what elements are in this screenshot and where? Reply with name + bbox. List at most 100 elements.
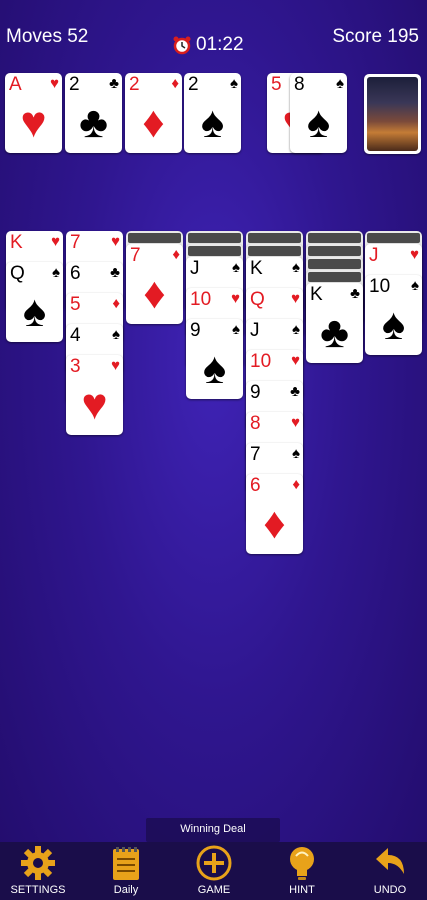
card-rank: J [190,258,200,279]
tableau-card[interactable]: Q ♠ ♠ [6,262,63,342]
card-suit-small: ♠ [292,321,300,338]
card-rank: A [9,74,22,95]
timer-value: 01:22 [196,34,244,55]
card-suit-large: ♥ [81,380,108,429]
card-suit-small: ♥ [50,75,59,92]
winning-deal-banner: Winning Deal [146,818,280,842]
card-suit-large: ♦ [142,98,165,147]
card-suit-large: ♦ [143,269,166,318]
card-suit-large: ♠ [22,287,47,336]
card-rank: 10 [250,351,272,372]
daily-label: Daily [113,884,139,896]
card-rank: 2 [188,74,199,95]
card-suit-large: ♠ [202,344,227,393]
card-rank: 3 [70,356,81,377]
tableau-card[interactable]: 6 ♦ ♦ [246,474,303,554]
settings-button[interactable]: SETTINGS [0,842,78,900]
card-suit-small: ♦ [172,246,180,263]
tableau-card[interactable]: 9 ♠ ♠ [186,319,243,399]
card-suit-large: ♣ [320,308,349,357]
card-suit-small: ♦ [171,75,179,92]
card-rank: 7 [70,232,81,253]
foundation-card[interactable]: 2 ♦ ♦ [125,73,182,153]
card-suit-small: ♠ [232,321,240,338]
card-suit-large: ♥ [20,98,47,147]
card-rank: 10 [369,276,391,297]
undo-label: UNDO [373,884,407,896]
card-rank: J [250,320,260,341]
card-suit-small: ♦ [292,476,300,493]
card-rank: Q [250,289,265,310]
daily-button[interactable]: Daily [86,842,166,900]
card-suit-small: ♥ [231,290,240,307]
card-rank: K [310,284,323,305]
settings-label: SETTINGS [10,884,66,896]
card-suit-large: ♠ [306,98,331,147]
card-rank: 8 [294,74,305,95]
card-suit-large: ♠ [381,300,406,349]
card-suit-small: ♣ [290,383,300,400]
game-label: GAME [197,884,231,896]
card-suit-small: ♣ [109,75,119,92]
card-rank: 5 [271,74,282,95]
card-suit-small: ♠ [112,326,120,343]
tableau-card[interactable]: K ♣ ♣ [306,283,363,363]
top-bar: Moves 52 01:22 Score 195 [0,0,427,70]
card-rank: 7 [250,444,261,465]
card-rank: 6 [250,475,261,496]
card-suit-large: ♠ [200,98,225,147]
card-rank: 8 [250,413,261,434]
timer: 01:22 [172,34,244,56]
alarm-clock-icon [172,35,192,55]
card-suit-small: ♥ [291,352,300,369]
card-rank: 2 [129,74,140,95]
moves-counter: Moves 52 [6,26,89,47]
undo-button[interactable]: UNDO [350,842,427,900]
tableau-card[interactable]: 10 ♠ ♠ [365,275,422,355]
card-suit-small: ♥ [410,246,419,263]
hint-button[interactable]: HINT [262,842,342,900]
card-rank: 7 [130,245,141,266]
card-rank: 10 [190,289,212,310]
foundation-card[interactable]: 2 ♠ ♠ [184,73,241,153]
card-suit-small: ♥ [111,233,120,250]
tableau-card[interactable]: 3 ♥ ♥ [66,355,123,435]
card-suit-small: ♥ [111,357,120,374]
card-suit-small: ♣ [110,264,120,281]
card-suit-small: ♥ [291,414,300,431]
undo-arrow-icon [376,848,404,874]
card-rank: 9 [190,320,201,341]
card-suit-small: ♠ [411,277,419,294]
foundation-card[interactable]: 2 ♣ ♣ [65,73,122,153]
card-suit-small: ♥ [291,290,300,307]
card-rank: K [10,232,23,253]
stock-pile[interactable] [364,74,421,154]
calendar-icon [113,847,139,880]
card-suit-small: ♠ [336,75,344,92]
gear-icon [21,846,55,880]
card-back-image [367,77,418,151]
card-rank: 4 [70,325,81,346]
card-rank: 5 [70,294,81,315]
card-suit-small: ♣ [350,285,360,302]
waste-card[interactable]: 8 ♠ ♠ [290,73,347,153]
lightbulb-icon [290,847,314,880]
new-game-button[interactable]: GAME [174,842,254,900]
hint-label: HINT [289,884,315,896]
card-suit-small: ♠ [292,259,300,276]
card-rank: Q [10,263,25,284]
card-rank: J [369,245,379,266]
card-suit-small: ♥ [51,233,60,250]
card-rank: 9 [250,382,261,403]
card-rank: 2 [69,74,80,95]
card-rank: 6 [70,263,81,284]
card-suit-small: ♦ [112,295,120,312]
score-counter: Score 195 [332,26,419,47]
plus-circle-icon [196,845,232,881]
card-suit-small: ♠ [230,75,238,92]
foundation-card[interactable]: A ♥ ♥ [5,73,62,153]
card-suit-small: ♠ [232,259,240,276]
card-suit-large: ♦ [263,499,286,548]
tableau-card[interactable]: 7 ♦ ♦ [126,244,183,324]
card-suit-small: ♠ [292,445,300,462]
